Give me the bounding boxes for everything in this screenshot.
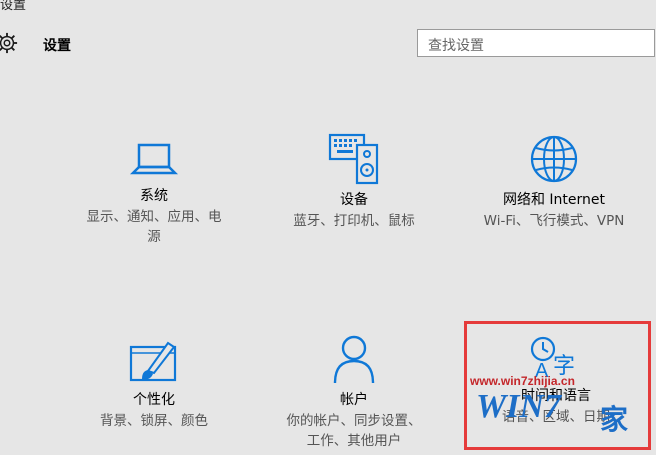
paint-brush-icon: [129, 341, 177, 382]
window-title: 设置: [0, 0, 27, 13]
tile-desc: Wi-Fi、飞行模式、VPN: [483, 213, 625, 229]
tile-personalization[interactable]: 个性化 背景、锁屏、颜色: [72, 337, 236, 431]
tile-network[interactable]: 网络和 Internet Wi-Fi、飞行模式、VPN: [466, 133, 642, 231]
watermark: www.win7zhijia.cn WIN7 家: [470, 374, 655, 452]
laptop-icon: [129, 143, 179, 175]
tile-desc: 源: [147, 229, 161, 245]
search-input[interactable]: 查找设置: [417, 29, 655, 57]
tile-name: 设备: [340, 192, 368, 208]
watermark-suffix: 家: [600, 403, 629, 436]
tile-desc: 你的帐户、同步设置、: [286, 413, 422, 429]
keyboard-speaker-icon: [328, 133, 379, 185]
tile-desc: 背景、锁屏、颜色: [100, 413, 208, 429]
person-icon: [333, 335, 375, 384]
tile-desc: 蓝牙、打印机、鼠标: [293, 213, 415, 229]
tile-name: 系统: [140, 188, 168, 204]
tile-system[interactable]: 系统 显示、通知、应用、电 源: [72, 133, 236, 247]
globe-icon: [530, 135, 578, 183]
tile-devices[interactable]: 设备 蓝牙、打印机、鼠标: [272, 133, 436, 231]
tile-desc: 显示、通知、应用、电: [86, 209, 222, 225]
tile-desc: 工作、其他用户: [306, 433, 402, 449]
tile-name: 帐户: [340, 392, 368, 408]
watermark-logo: WIN7: [476, 388, 562, 425]
tile-accounts[interactable]: 帐户 你的帐户、同步设置、 工作、其他用户: [272, 333, 436, 451]
page-title: 设置: [43, 38, 71, 54]
tile-name: 网络和 Internet: [502, 192, 606, 208]
gear-icon: [0, 32, 18, 54]
watermark-url: www.win7zhijia.cn: [470, 374, 575, 388]
tile-name: 个性化: [133, 392, 175, 408]
